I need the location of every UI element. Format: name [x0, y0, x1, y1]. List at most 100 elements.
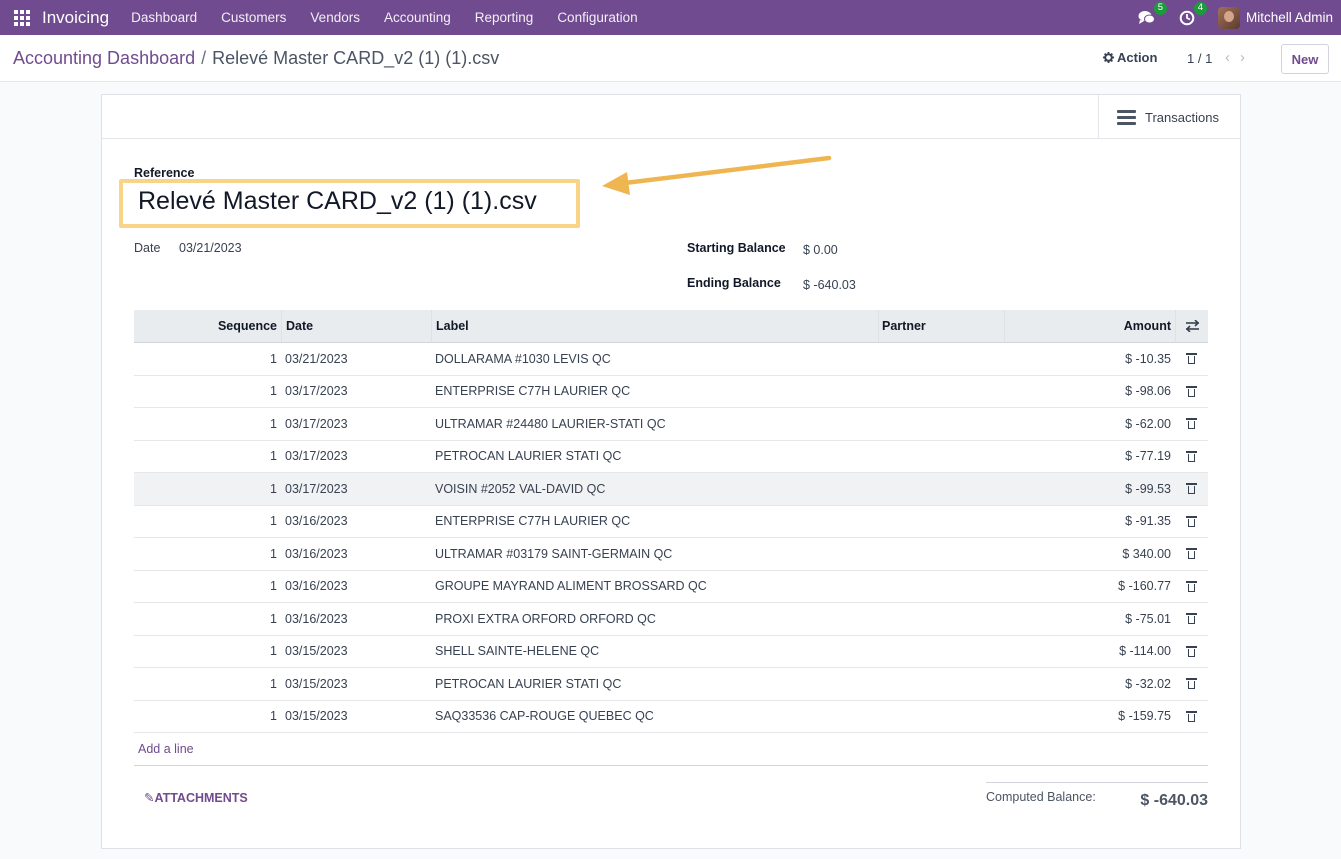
- delete-row-button[interactable]: [1175, 376, 1208, 408]
- pager-value[interactable]: 1 / 1: [1187, 51, 1212, 66]
- header-date[interactable]: Date: [281, 310, 431, 342]
- starting-balance-field[interactable]: $ 0.00: [803, 243, 838, 257]
- ending-balance-field[interactable]: $ -640.03: [803, 278, 856, 292]
- cell-amount[interactable]: $ -99.53: [1004, 473, 1175, 505]
- cell-date[interactable]: 03/17/2023: [281, 408, 431, 440]
- cell-date[interactable]: 03/15/2023: [281, 668, 431, 700]
- header-label[interactable]: Label: [431, 310, 878, 342]
- cell-partner[interactable]: [878, 668, 1004, 700]
- cell-amount[interactable]: $ -62.00: [1004, 408, 1175, 440]
- cell-date[interactable]: 03/17/2023: [281, 473, 431, 505]
- table-row[interactable]: 1 03/15/2023 PETROCAN LAURIER STATI QC $ -3…: [134, 668, 1208, 701]
- cell-label[interactable]: SHELL SAINTE-HELENE QC: [431, 636, 878, 668]
- cell-sequence[interactable]: 1: [134, 636, 281, 668]
- cell-partner[interactable]: [878, 701, 1004, 733]
- menu-reporting[interactable]: Reporting: [463, 10, 546, 25]
- cell-sequence[interactable]: 1: [134, 538, 281, 570]
- cell-label[interactable]: ENTERPRISE C77H LAURIER QC: [431, 376, 878, 408]
- delete-row-button[interactable]: [1175, 603, 1208, 635]
- activities-icon[interactable]: 4: [1178, 1, 1207, 27]
- cell-sequence[interactable]: 1: [134, 701, 281, 733]
- cell-date[interactable]: 03/16/2023: [281, 603, 431, 635]
- cell-sequence[interactable]: 1: [134, 376, 281, 408]
- action-button[interactable]: Action: [1103, 50, 1157, 65]
- cell-sequence[interactable]: 1: [134, 603, 281, 635]
- delete-row-button[interactable]: [1175, 668, 1208, 700]
- cell-amount[interactable]: $ 340.00: [1004, 538, 1175, 570]
- delete-row-button[interactable]: [1175, 441, 1208, 473]
- user-name[interactable]: Mitchell Admin: [1246, 10, 1333, 25]
- cell-amount[interactable]: $ -98.06: [1004, 376, 1175, 408]
- cell-amount[interactable]: $ -160.77: [1004, 571, 1175, 603]
- table-row[interactable]: 1 03/17/2023 ENTERPRISE C77H LAURIER QC $ -…: [134, 376, 1208, 408]
- cell-partner[interactable]: [878, 473, 1004, 505]
- cell-label[interactable]: ULTRAMAR #03179 SAINT-GERMAIN QC: [431, 538, 878, 570]
- table-row[interactable]: 1 03/17/2023 VOISIN #2052 VAL-DAVID QC $ -9…: [134, 473, 1208, 506]
- delete-row-button[interactable]: [1175, 571, 1208, 603]
- table-row[interactable]: 1 03/16/2023 PROXI EXTRA ORFORD ORFORD QC $…: [134, 603, 1208, 636]
- cell-partner[interactable]: [878, 376, 1004, 408]
- date-field[interactable]: 03/21/2023: [179, 241, 242, 255]
- table-row[interactable]: 1 03/16/2023 ULTRAMAR #03179 SAINT-GERMAIN…: [134, 538, 1208, 571]
- cell-sequence[interactable]: 1: [134, 668, 281, 700]
- chevron-right-icon[interactable]: ›: [1240, 49, 1255, 66]
- cell-label[interactable]: ULTRAMAR #24480 LAURIER-STATI QC: [431, 408, 878, 440]
- messages-icon[interactable]: 5: [1138, 1, 1167, 27]
- menu-vendors[interactable]: Vendors: [298, 10, 372, 25]
- transactions-button[interactable]: Transactions: [1098, 95, 1240, 139]
- delete-row-button[interactable]: [1175, 473, 1208, 505]
- header-amount[interactable]: Amount: [1004, 310, 1175, 342]
- cell-sequence[interactable]: 1: [134, 441, 281, 473]
- menu-accounting[interactable]: Accounting: [372, 10, 463, 25]
- table-row[interactable]: 1 03/21/2023 DOLLARAMA #1030 LEVIS QC $ -10…: [134, 343, 1208, 376]
- cell-partner[interactable]: [878, 408, 1004, 440]
- cell-amount[interactable]: $ -159.75: [1004, 701, 1175, 733]
- cell-partner[interactable]: [878, 571, 1004, 603]
- cell-amount[interactable]: $ -77.19: [1004, 441, 1175, 473]
- cell-partner[interactable]: [878, 538, 1004, 570]
- cell-partner[interactable]: [878, 506, 1004, 538]
- menu-configuration[interactable]: Configuration: [545, 10, 649, 25]
- avatar[interactable]: [1217, 6, 1240, 29]
- chevron-left-icon[interactable]: ‹: [1225, 49, 1240, 66]
- apps-menu-icon[interactable]: [14, 9, 30, 26]
- cell-date[interactable]: 03/16/2023: [281, 538, 431, 570]
- table-row[interactable]: 1 03/15/2023 SAQ33536 CAP-ROUGE QUEBEC QC $…: [134, 701, 1208, 733]
- attachments-button[interactable]: ✎ATTACHMENTS: [144, 790, 248, 805]
- cell-amount[interactable]: $ -114.00: [1004, 636, 1175, 668]
- menu-dashboard[interactable]: Dashboard: [119, 10, 209, 25]
- delete-row-button[interactable]: [1175, 343, 1208, 375]
- table-row[interactable]: 1 03/16/2023 ENTERPRISE C77H LAURIER QC $ -…: [134, 506, 1208, 538]
- delete-row-button[interactable]: [1175, 538, 1208, 570]
- add-line-link[interactable]: Add a line: [138, 742, 1208, 756]
- delete-row-button[interactable]: [1175, 506, 1208, 538]
- delete-row-button[interactable]: [1175, 701, 1208, 733]
- menu-customers[interactable]: Customers: [209, 10, 298, 25]
- cell-label[interactable]: PETROCAN LAURIER STATI QC: [431, 668, 878, 700]
- table-row[interactable]: 1 03/17/2023 ULTRAMAR #24480 LAURIER-STATI…: [134, 408, 1208, 441]
- cell-label[interactable]: PETROCAN LAURIER STATI QC: [431, 441, 878, 473]
- cell-partner[interactable]: [878, 603, 1004, 635]
- new-button[interactable]: New: [1281, 44, 1329, 74]
- cell-label[interactable]: GROUPE MAYRAND ALIMENT BROSSARD QC: [431, 571, 878, 603]
- cell-sequence[interactable]: 1: [134, 408, 281, 440]
- cell-partner[interactable]: [878, 636, 1004, 668]
- table-row[interactable]: 1 03/15/2023 SHELL SAINTE-HELENE QC $ -114.…: [134, 636, 1208, 668]
- cell-amount[interactable]: $ -10.35: [1004, 343, 1175, 375]
- cell-partner[interactable]: [878, 441, 1004, 473]
- cell-label[interactable]: DOLLARAMA #1030 LEVIS QC: [431, 343, 878, 375]
- cell-date[interactable]: 03/15/2023: [281, 701, 431, 733]
- cell-date[interactable]: 03/16/2023: [281, 571, 431, 603]
- table-row[interactable]: 1 03/16/2023 GROUPE MAYRAND ALIMENT BROSSA…: [134, 571, 1208, 603]
- breadcrumb-parent[interactable]: Accounting Dashboard: [13, 48, 195, 68]
- cell-sequence[interactable]: 1: [134, 506, 281, 538]
- optional-columns-toggle[interactable]: [1175, 310, 1208, 342]
- cell-label[interactable]: ENTERPRISE C77H LAURIER QC: [431, 506, 878, 538]
- cell-label[interactable]: PROXI EXTRA ORFORD ORFORD QC: [431, 603, 878, 635]
- cell-amount[interactable]: $ -75.01: [1004, 603, 1175, 635]
- cell-sequence[interactable]: 1: [134, 473, 281, 505]
- cell-date[interactable]: 03/16/2023: [281, 506, 431, 538]
- cell-date[interactable]: 03/17/2023: [281, 376, 431, 408]
- cell-amount[interactable]: $ -32.02: [1004, 668, 1175, 700]
- table-row[interactable]: 1 03/17/2023 PETROCAN LAURIER STATI QC $ -7…: [134, 441, 1208, 473]
